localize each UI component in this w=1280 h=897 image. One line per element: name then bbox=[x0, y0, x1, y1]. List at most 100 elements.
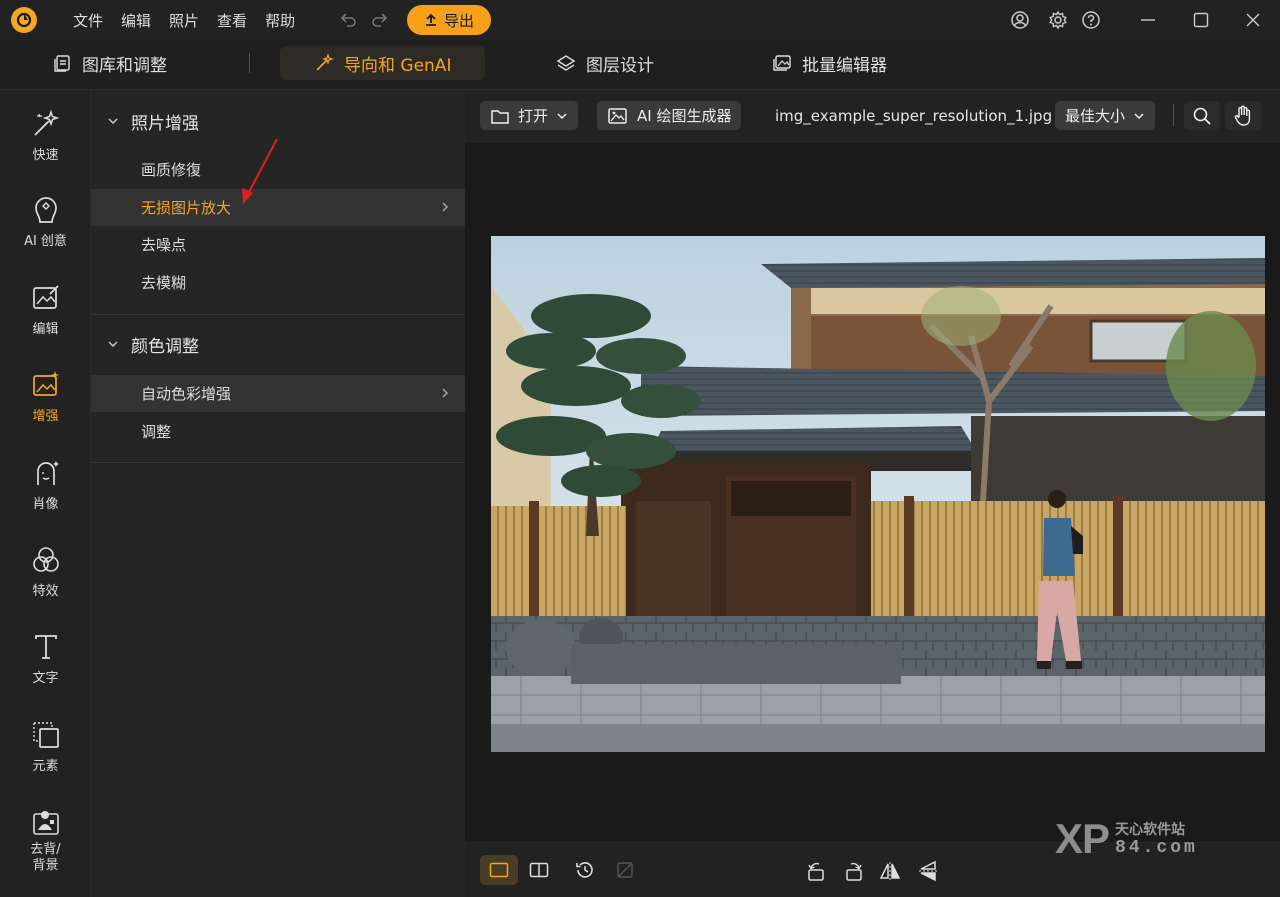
zoom-label: 最佳大小 bbox=[1065, 107, 1126, 125]
chevron-down-icon bbox=[108, 341, 118, 347]
panel-item-auto-color[interactable]: 自动色彩增强 bbox=[91, 375, 465, 412]
open-button[interactable]: 打开 bbox=[480, 101, 579, 130]
file-name: img_example_super_resolution_1.jpg bbox=[775, 107, 1053, 125]
tab-guided-genai[interactable]: 导向和 GenAI bbox=[280, 46, 486, 80]
menu-edit[interactable]: 编辑 bbox=[121, 10, 151, 31]
effects-icon bbox=[32, 547, 59, 572]
history-icon[interactable] bbox=[575, 860, 595, 880]
magic-wand-icon bbox=[316, 53, 334, 71]
annotation-arrow-icon bbox=[242, 138, 278, 204]
rail-item-effects-label: 特效 bbox=[32, 584, 59, 599]
hand-icon bbox=[1234, 105, 1251, 126]
rotate-left-icon[interactable] bbox=[805, 860, 827, 882]
layers-icon bbox=[556, 55, 576, 71]
section-color-adjust-title: 颜色调整 bbox=[131, 336, 199, 357]
settings-icon[interactable] bbox=[1048, 10, 1068, 30]
rail-item-ai-creative[interactable]: AI 创意 bbox=[0, 194, 91, 249]
tab-library[interactable]: 图库和调整 bbox=[52, 46, 167, 80]
quick-magic-icon bbox=[33, 109, 59, 136]
canvas-toolbar: 打开 AI 绘图生成器 img_example_super_resolution… bbox=[465, 90, 1280, 142]
chevron-right-icon bbox=[442, 202, 448, 212]
chevron-down-icon bbox=[557, 112, 567, 119]
rail-item-enhance[interactable]: 增强 bbox=[0, 369, 91, 424]
rail-item-ai-creative-label: AI 创意 bbox=[24, 234, 67, 249]
section-photo-enhance-header[interactable]: 照片增强 bbox=[91, 101, 465, 141]
watermark-xp: XP bbox=[1055, 815, 1110, 862]
section-color-adjust-header[interactable]: 颜色调整 bbox=[91, 324, 465, 364]
photo-street-scene-icon bbox=[491, 236, 1265, 752]
panel-divider bbox=[91, 462, 465, 463]
single-view-button[interactable] bbox=[480, 855, 518, 885]
ai-image-generator-button[interactable]: AI 绘图生成器 bbox=[597, 101, 742, 130]
help-icon[interactable] bbox=[1081, 10, 1101, 30]
rail-item-effects[interactable]: 特效 bbox=[0, 544, 91, 599]
chevron-down-icon bbox=[108, 118, 118, 124]
open-label: 打开 bbox=[518, 107, 549, 125]
menu-bar: 文件 编辑 照片 查看 帮助 bbox=[73, 0, 295, 40]
rail-item-remove-bg[interactable]: 去背/ 背景 bbox=[0, 806, 91, 874]
batch-images-icon bbox=[773, 55, 791, 71]
menu-file[interactable]: 文件 bbox=[73, 10, 103, 31]
rail-item-text-label: 文字 bbox=[32, 671, 59, 686]
export-label: 导出 bbox=[443, 11, 474, 30]
panel-item-label: 去模糊 bbox=[141, 274, 187, 292]
menu-view[interactable]: 查看 bbox=[217, 10, 247, 31]
rail-item-enhance-label: 增强 bbox=[32, 409, 59, 424]
tab-separator bbox=[249, 53, 250, 73]
panel-divider bbox=[91, 314, 465, 315]
enhance-icon bbox=[32, 371, 59, 396]
watermark-site-name: 天心软件站 bbox=[1115, 822, 1186, 838]
rail-item-elements-label: 元素 bbox=[32, 759, 59, 774]
search-button[interactable] bbox=[1184, 101, 1220, 130]
zoom-select[interactable]: 最佳大小 bbox=[1055, 101, 1156, 130]
menu-help[interactable]: 帮助 bbox=[265, 10, 295, 31]
account-icon[interactable] bbox=[1010, 10, 1030, 30]
panel-item-adjust[interactable]: 调整 bbox=[91, 413, 465, 450]
rail-item-text[interactable]: 文字 bbox=[0, 631, 91, 686]
ai-image-generator-label: AI 绘图生成器 bbox=[637, 107, 732, 125]
rail-item-portrait-label: 肖像 bbox=[32, 497, 59, 512]
ai-image-icon bbox=[608, 107, 627, 124]
main-photo[interactable] bbox=[491, 236, 1265, 752]
maximize-icon[interactable] bbox=[1191, 10, 1211, 30]
undo-icon[interactable] bbox=[338, 10, 358, 30]
app-logo-icon bbox=[11, 7, 37, 33]
chevron-right-icon bbox=[442, 388, 448, 398]
menu-photo[interactable]: 照片 bbox=[169, 10, 199, 31]
watermark-domain: 84.com bbox=[1115, 838, 1198, 858]
flip-vertical-icon[interactable] bbox=[917, 860, 939, 882]
panel-item-label: 画质修復 bbox=[141, 161, 202, 179]
rail-item-remove-bg-label: 去背/ 背景 bbox=[30, 842, 61, 873]
minimize-icon[interactable] bbox=[1138, 10, 1158, 30]
tool-rail: 快速 AI 创意 编辑 增强 肖像 特效 文字 元素 去背/ 背景 bbox=[0, 90, 91, 897]
redo-icon[interactable] bbox=[370, 10, 390, 30]
portrait-icon bbox=[36, 461, 59, 485]
rail-item-quick[interactable]: 快速 bbox=[0, 108, 91, 163]
panel-item-label: 调整 bbox=[141, 423, 172, 441]
export-button[interactable]: 导出 bbox=[407, 5, 491, 35]
tab-library-label: 图库和调整 bbox=[82, 55, 167, 76]
tab-layer-design[interactable]: 图层设计 bbox=[556, 46, 654, 80]
toolbar-separator bbox=[1173, 104, 1174, 126]
tab-layer-design-label: 图层设计 bbox=[586, 55, 654, 76]
rotate-right-icon[interactable] bbox=[843, 860, 865, 882]
chevron-down-icon bbox=[1134, 112, 1144, 119]
tab-batch-editor[interactable]: 批量编辑器 bbox=[772, 46, 887, 80]
text-icon bbox=[34, 635, 57, 659]
flip-horizontal-icon[interactable] bbox=[879, 860, 901, 882]
compare-view-icon[interactable] bbox=[529, 862, 549, 878]
mode-tabs: 图库和调整 导向和 GenAI 图层设计 批量编辑器 bbox=[0, 40, 1280, 90]
upload-icon bbox=[425, 13, 436, 26]
rail-item-portrait[interactable]: 肖像 bbox=[0, 457, 91, 512]
rail-item-edit[interactable]: 编辑 bbox=[0, 282, 91, 337]
panel-item-denoise[interactable]: 去噪点 bbox=[91, 226, 465, 263]
panel-item-deblur[interactable]: 去模糊 bbox=[91, 264, 465, 301]
rail-item-edit-label: 编辑 bbox=[32, 322, 59, 337]
close-icon[interactable] bbox=[1243, 10, 1263, 30]
feature-panel: 照片增强 画质修復 无损图片放大 去噪点 去模糊 颜色调整 自动色彩增强 调整 bbox=[91, 90, 465, 897]
panel-item-label: 无损图片放大 bbox=[141, 199, 232, 217]
rail-item-elements[interactable]: 元素 bbox=[0, 719, 91, 774]
panel-item-label: 自动色彩增强 bbox=[141, 385, 232, 403]
canvas-area: 打开 AI 绘图生成器 img_example_super_resolution… bbox=[465, 90, 1280, 897]
pan-button[interactable] bbox=[1225, 101, 1261, 130]
